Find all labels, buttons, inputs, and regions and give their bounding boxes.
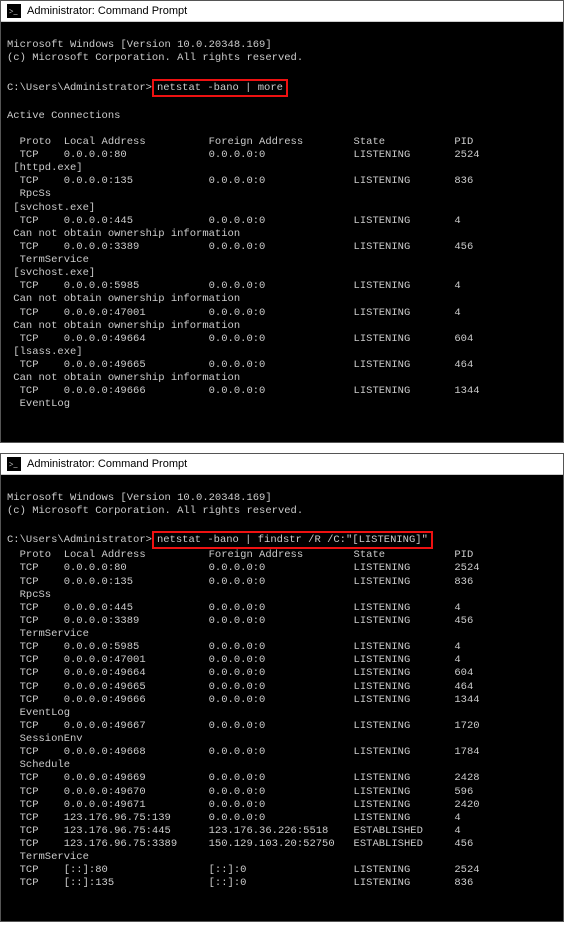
netstat-row: TCP 0.0.0.0:49666 0.0.0.0:0 LISTENING 13… <box>7 694 557 707</box>
netstat-row: TCP 0.0.0.0:3389 0.0.0.0:0 LISTENING 456 <box>7 615 557 628</box>
copyright-line: (c) Microsoft Corporation. All rights re… <box>7 505 303 517</box>
prompt-line-2: C:\Users\Administrator>netstat -bano | f… <box>7 534 433 546</box>
netstat-row: TermService <box>7 254 557 267</box>
netstat-row: RpcSs <box>7 188 557 201</box>
window-title-1: Administrator: Command Prompt <box>27 5 187 17</box>
netstat-row: Can not obtain ownership information <box>7 372 557 385</box>
svg-text:>_: >_ <box>9 7 19 16</box>
terminal-output-1[interactable]: Microsoft Windows [Version 10.0.20348.16… <box>1 22 563 442</box>
netstat-row: TCP 123.176.96.75:445 123.176.36.226:551… <box>7 825 557 838</box>
netstat-row: TCP 0.0.0.0:445 0.0.0.0:0 LISTENING 4 <box>7 215 557 228</box>
netstat-rows-1: TCP 0.0.0.0:80 0.0.0.0:0 LISTENING 2524 … <box>7 149 557 412</box>
os-version-line: Microsoft Windows [Version 10.0.20348.16… <box>7 492 272 504</box>
netstat-row: TCP 0.0.0.0:49668 0.0.0.0:0 LISTENING 17… <box>7 746 557 759</box>
netstat-row: TCP 0.0.0.0:445 0.0.0.0:0 LISTENING 4 <box>7 602 557 615</box>
netstat-row: TCP [::]:135 [::]:0 LISTENING 836 <box>7 877 557 890</box>
netstat-row: EventLog <box>7 398 557 411</box>
netstat-row: TCP 0.0.0.0:49664 0.0.0.0:0 LISTENING 60… <box>7 667 557 680</box>
active-connections-header: Active Connections <box>7 110 120 122</box>
netstat-row: TCP 0.0.0.0:49669 0.0.0.0:0 LISTENING 24… <box>7 772 557 785</box>
svg-text:>_: >_ <box>9 460 19 469</box>
netstat-row: TCP 0.0.0.0:49666 0.0.0.0:0 LISTENING 13… <box>7 385 557 398</box>
cmd-window-2: >_ Administrator: Command Prompt Microso… <box>0 453 564 922</box>
netstat-row: TCP 0.0.0.0:80 0.0.0.0:0 LISTENING 2524 <box>7 562 557 575</box>
prompt-prefix: C:\Users\Administrator> <box>7 82 152 94</box>
netstat-row: TCP [::]:80 [::]:0 LISTENING 2524 <box>7 864 557 877</box>
netstat-row: TCP 0.0.0.0:49670 0.0.0.0:0 LISTENING 59… <box>7 786 557 799</box>
netstat-row: [lsass.exe] <box>7 346 557 359</box>
netstat-row: TCP 123.176.96.75:139 0.0.0.0:0 LISTENIN… <box>7 812 557 825</box>
netstat-row: TCP 0.0.0.0:47001 0.0.0.0:0 LISTENING 4 <box>7 654 557 667</box>
netstat-rows-2: TCP 0.0.0.0:80 0.0.0.0:0 LISTENING 2524 … <box>7 562 557 890</box>
command-highlight-2: netstat -bano | findstr /R /C:"[LISTENIN… <box>152 531 433 549</box>
netstat-row: [httpd.exe] <box>7 162 557 175</box>
window-title-2: Administrator: Command Prompt <box>27 458 187 470</box>
netstat-row: TCP 0.0.0.0:135 0.0.0.0:0 LISTENING 836 <box>7 175 557 188</box>
cmd-icon: >_ <box>7 457 21 471</box>
netstat-row: Can not obtain ownership information <box>7 228 557 241</box>
netstat-row: TCP 0.0.0.0:49667 0.0.0.0:0 LISTENING 17… <box>7 720 557 733</box>
netstat-row: EventLog <box>7 707 557 720</box>
prompt-line-1: C:\Users\Administrator>netstat -bano | m… <box>7 82 288 94</box>
os-version-line: Microsoft Windows [Version 10.0.20348.16… <box>7 39 272 51</box>
netstat-row: TCP 0.0.0.0:49664 0.0.0.0:0 LISTENING 60… <box>7 333 557 346</box>
netstat-row: TCP 0.0.0.0:135 0.0.0.0:0 LISTENING 836 <box>7 576 557 589</box>
netstat-row: TCP 0.0.0.0:49665 0.0.0.0:0 LISTENING 46… <box>7 359 557 372</box>
netstat-row: TCP 0.0.0.0:5985 0.0.0.0:0 LISTENING 4 <box>7 280 557 293</box>
netstat-row: SessionEnv <box>7 733 557 746</box>
netstat-row: TermService <box>7 851 557 864</box>
netstat-row: TCP 0.0.0.0:3389 0.0.0.0:0 LISTENING 456 <box>7 241 557 254</box>
netstat-row: TCP 0.0.0.0:47001 0.0.0.0:0 LISTENING 4 <box>7 307 557 320</box>
netstat-row: [svchost.exe] <box>7 267 557 280</box>
column-header-1: Proto Local Address Foreign Address Stat… <box>7 136 473 148</box>
netstat-row: Can not obtain ownership information <box>7 320 557 333</box>
netstat-row: TCP 0.0.0.0:49665 0.0.0.0:0 LISTENING 46… <box>7 681 557 694</box>
netstat-row: TCP 0.0.0.0:5985 0.0.0.0:0 LISTENING 4 <box>7 641 557 654</box>
netstat-row: TermService <box>7 628 557 641</box>
terminal-output-2[interactable]: Microsoft Windows [Version 10.0.20348.16… <box>1 475 563 921</box>
copyright-line: (c) Microsoft Corporation. All rights re… <box>7 52 303 64</box>
netstat-row: RpcSs <box>7 589 557 602</box>
prompt-prefix: C:\Users\Administrator> <box>7 534 152 546</box>
netstat-row: TCP 0.0.0.0:49671 0.0.0.0:0 LISTENING 24… <box>7 799 557 812</box>
titlebar-1[interactable]: >_ Administrator: Command Prompt <box>1 1 563 22</box>
cmd-icon: >_ <box>7 4 21 18</box>
titlebar-2[interactable]: >_ Administrator: Command Prompt <box>1 454 563 475</box>
column-header-2: Proto Local Address Foreign Address Stat… <box>7 549 473 561</box>
cmd-window-1: >_ Administrator: Command Prompt Microso… <box>0 0 564 443</box>
netstat-row: Schedule <box>7 759 557 772</box>
netstat-row: TCP 0.0.0.0:80 0.0.0.0:0 LISTENING 2524 <box>7 149 557 162</box>
netstat-row: TCP 123.176.96.75:3389 150.129.103.20:52… <box>7 838 557 851</box>
netstat-row: [svchost.exe] <box>7 202 557 215</box>
netstat-row: Can not obtain ownership information <box>7 293 557 306</box>
command-highlight-1: netstat -bano | more <box>152 79 288 97</box>
